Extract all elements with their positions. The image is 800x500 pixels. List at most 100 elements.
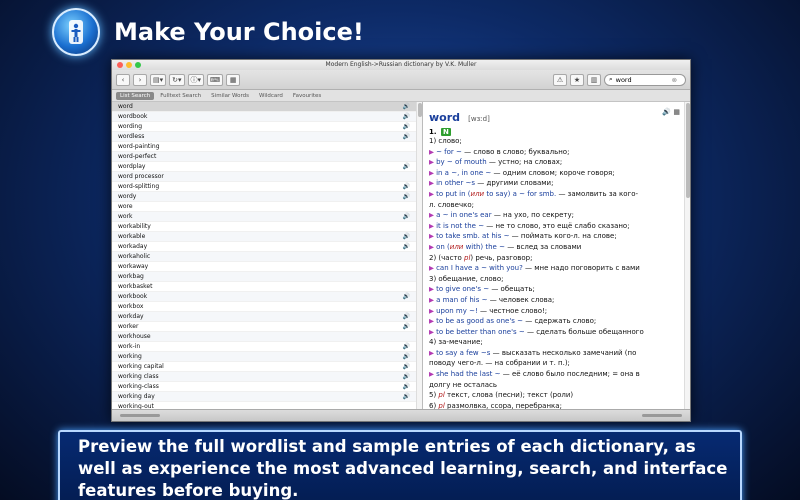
speaker-icon[interactable]: 🔊 [403, 182, 410, 192]
refresh-icon: ↻▾ [172, 75, 182, 84]
wordlist-item[interactable]: workhouse [112, 332, 422, 342]
speaker-icon[interactable]: 🔊 [403, 352, 410, 362]
wordlist-item[interactable]: workaday 🔊 [112, 242, 422, 252]
example-phrase[interactable]: it is not the ~ [436, 222, 484, 230]
dictionary-select-button[interactable]: ▤▾ [150, 73, 167, 86]
search-input[interactable] [615, 75, 672, 84]
speaker-icon[interactable]: 🔊 [403, 212, 410, 222]
wordlist-item[interactable]: workable 🔊 [112, 232, 422, 242]
tab-fulltext-search[interactable]: Fulltext Search [156, 92, 205, 100]
wordlist-item[interactable]: workability [112, 222, 422, 232]
speaker-icon[interactable]: 🔊 [403, 242, 410, 252]
wordlist-scroll-thumb[interactable] [418, 103, 422, 117]
list-font-size-slider[interactable] [120, 414, 160, 417]
wordlist-item[interactable]: work 🔊 [112, 212, 422, 222]
tab-similar-words[interactable]: Similar Words [207, 92, 253, 100]
example-phrase[interactable]: ~ for ~ [436, 148, 462, 156]
keyboard-button[interactable]: ⌨ [207, 73, 224, 86]
entry-scroll-thumb[interactable] [686, 103, 690, 198]
example-phrase[interactable]: in other ~s [436, 179, 475, 187]
wordlist-item[interactable]: word-splitting 🔊 [112, 182, 422, 192]
app-icon [52, 8, 100, 56]
wordlist-item[interactable]: workday 🔊 [112, 312, 422, 322]
back-button[interactable]: ‹ [116, 73, 130, 86]
speaker-icon[interactable]: 🔊 [403, 372, 410, 382]
wordlist-item[interactable]: working day 🔊 [112, 392, 422, 402]
wordlist-item[interactable]: working-class 🔊 [112, 382, 422, 392]
search-field[interactable]: ⌕ ⊗ [604, 73, 686, 86]
wordlist-item-label: word [118, 103, 133, 110]
speaker-icon[interactable]: 🔊 [403, 362, 410, 372]
wordlist-item[interactable]: workbook 🔊 [112, 292, 422, 302]
warning-button[interactable]: ⚠ [553, 73, 567, 86]
speaker-icon[interactable]: 🔊 [403, 382, 410, 392]
caption-box: Preview the full wordlist and sample ent… [58, 430, 742, 500]
favourite-button[interactable]: ★ [570, 73, 584, 86]
entry-line: ▶ to be as good as one's ~ — сдержать сл… [429, 316, 682, 327]
example-phrase[interactable]: she had the last ~ [436, 370, 500, 378]
wordlist-item[interactable]: word processor [112, 172, 422, 182]
speaker-icon[interactable]: 🔊 [403, 192, 410, 202]
wordlist-item[interactable]: wording 🔊 [112, 122, 422, 132]
wordlist-scrollbar[interactable] [416, 102, 422, 409]
example-phrase[interactable]: by ~ of mouth [436, 158, 487, 166]
wordlist-item[interactable]: working 🔊 [112, 352, 422, 362]
caption-text: Preview the full wordlist and sample ent… [78, 437, 728, 500]
speaker-icon[interactable]: 🔊 [403, 312, 410, 322]
example-phrase[interactable]: to take smb. at his ~ [436, 232, 509, 240]
wordlist-item[interactable]: worker 🔊 [112, 322, 422, 332]
tab-list-search[interactable]: List Search [116, 91, 155, 100]
speaker-icon[interactable]: 🔊 [403, 112, 410, 122]
sync-button[interactable]: ↻▾ [169, 73, 185, 86]
speaker-icon[interactable]: 🔊 [403, 132, 410, 142]
wordlist-item[interactable]: workbox [112, 302, 422, 312]
minimize-window-button[interactable] [126, 62, 132, 68]
wordlist-item[interactable]: wordy 🔊 [112, 192, 422, 202]
close-window-button[interactable] [117, 62, 123, 68]
wordlist-item[interactable]: workbasket [112, 282, 422, 292]
wordlist-item[interactable]: wordless 🔊 [112, 132, 422, 142]
wordlist-item[interactable]: working class 🔊 [112, 372, 422, 382]
entry-scrollbar[interactable] [684, 102, 690, 409]
wordlist-item[interactable]: working capital 🔊 [112, 362, 422, 372]
info-button[interactable]: ⓘ▾ [187, 73, 205, 86]
wordlist-item[interactable]: working-out [112, 402, 422, 409]
grid-icon[interactable]: ▦ [673, 108, 680, 116]
example-phrase[interactable]: a ~ in one's ear [436, 211, 492, 219]
wordlist-item[interactable]: workbag [112, 272, 422, 282]
speaker-icon[interactable]: 🔊 [403, 232, 410, 242]
forward-button[interactable]: › [133, 73, 147, 86]
speaker-icon[interactable]: 🔊 [403, 102, 410, 112]
example-phrase[interactable]: to give one's ~ [436, 285, 489, 293]
wordlist-item[interactable]: workaholic [112, 252, 422, 262]
zoom-window-button[interactable] [135, 62, 141, 68]
example-phrase[interactable]: a man of his ~ [436, 296, 487, 304]
speaker-icon[interactable]: 🔊 [403, 162, 410, 172]
wordlist-item[interactable]: wore [112, 202, 422, 212]
speaker-icon[interactable]: 🔊 [662, 108, 671, 116]
wordlist-item[interactable]: word-painting [112, 142, 422, 152]
wordlist-item[interactable]: word 🔊 [112, 102, 422, 112]
wordlist-item[interactable]: workaway [112, 262, 422, 272]
speaker-icon[interactable]: 🔊 [403, 392, 410, 402]
speaker-icon[interactable]: 🔊 [403, 292, 410, 302]
tab-wildcard[interactable]: Wildcard [255, 92, 287, 100]
tab-favourites[interactable]: Favourites [289, 92, 325, 100]
wordlist-item[interactable]: word-perfect [112, 152, 422, 162]
sidebar-toggle-button[interactable]: ▥ [587, 73, 601, 86]
wordlist-item[interactable]: wordplay 🔊 [112, 162, 422, 172]
example-phrase[interactable]: to be as good as one's ~ [436, 317, 523, 325]
list-view-button[interactable]: ▦ [226, 73, 241, 86]
clear-search-icon[interactable]: ⊗ [672, 76, 677, 84]
example-phrase[interactable]: in a ~, in one ~ [436, 169, 491, 177]
wordlist-item[interactable]: work-in 🔊 [112, 342, 422, 352]
speaker-icon[interactable]: 🔊 [403, 322, 410, 332]
speaker-icon[interactable]: 🔊 [403, 342, 410, 352]
speaker-icon[interactable]: 🔊 [403, 122, 410, 132]
wordlist-item[interactable]: wordbook 🔊 [112, 112, 422, 122]
example-phrase[interactable]: to say a few ~s [436, 349, 490, 357]
entry-font-size-slider[interactable] [642, 414, 682, 417]
example-phrase[interactable]: can I have a ~ with you? [436, 264, 523, 272]
example-phrase[interactable]: to be better than one's ~ [436, 328, 525, 336]
example-phrase[interactable]: upon my ~! [436, 307, 478, 315]
